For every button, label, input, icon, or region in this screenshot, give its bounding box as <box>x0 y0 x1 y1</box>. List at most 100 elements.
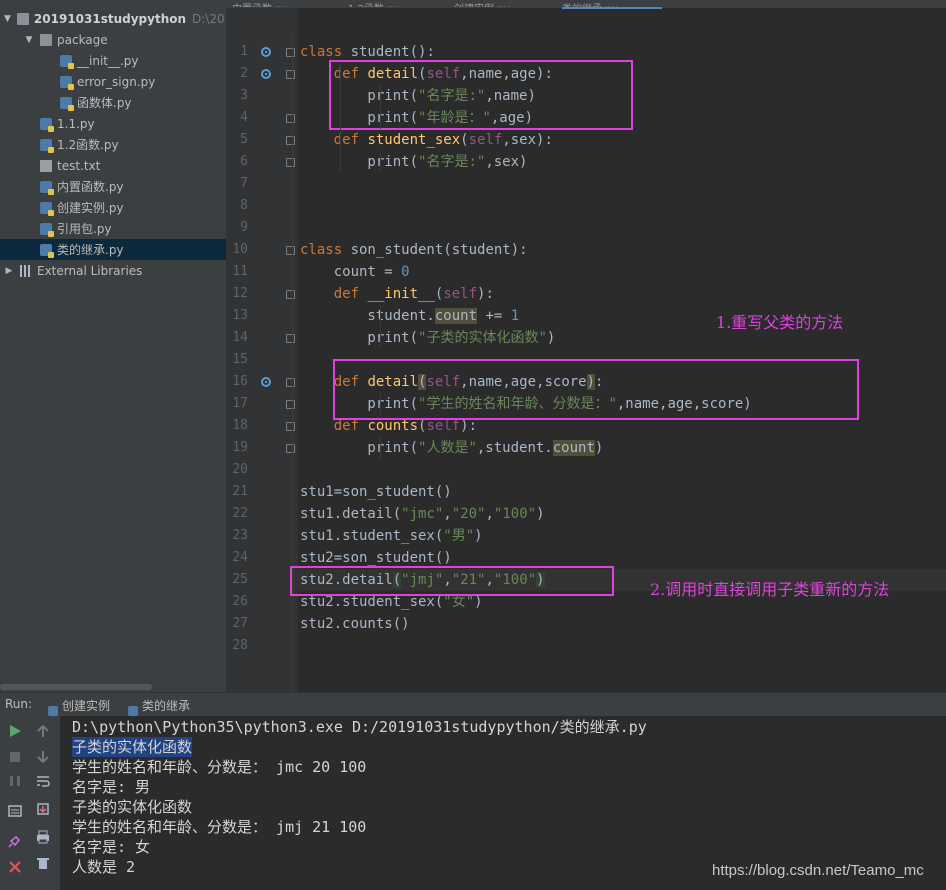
tree-item-label: 1.1.py <box>57 116 95 131</box>
python-file-icon <box>40 243 54 258</box>
tree-item[interactable]: 内置函数.py <box>0 176 226 197</box>
code-token: += <box>477 308 511 324</box>
editor-tab-bar: 内置函数.py 1.2函数.py 创建实例.py 类的继承.py <box>226 0 946 9</box>
fold-marker-icon[interactable] <box>286 136 295 145</box>
editor-tab[interactable]: 内置函数.py <box>232 0 332 7</box>
code-token: ) <box>546 330 556 346</box>
code-token: ): <box>460 418 478 434</box>
code-token: __init__ <box>367 286 435 302</box>
code-token: def <box>333 132 368 148</box>
implemented-marker-icon[interactable] <box>261 69 271 79</box>
expand-arrow-icon[interactable]: ▼ <box>24 35 34 45</box>
run-tab-0[interactable]: 创建实例 <box>48 697 111 716</box>
watermark: https://blog.csdn.net/Teamo_mc <box>712 862 924 879</box>
run-tab-1[interactable]: 类的继承 <box>128 697 190 716</box>
tree-item[interactable]: ▼ 20191031studypython D:\2019 <box>0 8 226 29</box>
indent-guide <box>380 393 381 415</box>
code-token: def <box>333 286 368 302</box>
tree-item[interactable]: 1.2函数.py <box>0 134 226 155</box>
indent-guide <box>340 63 341 173</box>
tree-item[interactable]: __init__.py <box>0 50 226 71</box>
code-token: stu2.counts() <box>300 616 410 632</box>
soft-wrap-icon[interactable] <box>36 774 50 788</box>
indent-guide <box>380 85 381 129</box>
arrow-down-icon[interactable] <box>36 750 50 764</box>
run-tab-label: 创建实例 <box>62 699 111 713</box>
fold-marker-icon[interactable] <box>286 114 295 123</box>
python-file-icon <box>60 54 74 69</box>
code-token: self <box>443 286 478 302</box>
folder-icon <box>40 33 52 46</box>
fold-marker-icon[interactable] <box>286 334 295 343</box>
fold-marker-icon[interactable] <box>286 48 295 57</box>
tree-item[interactable]: test.txt <box>0 155 226 176</box>
tree-item[interactable]: ▼ package <box>0 29 226 50</box>
code-line: print("人数是",student.count) <box>300 437 603 459</box>
console-line: D:\python\Python35\python3.exe D:/201910… <box>72 718 647 736</box>
console-line: 子类的实体化函数 <box>72 798 193 816</box>
editor-tab[interactable]: 1.2函数.py <box>348 0 448 7</box>
run-tool-window-header: Run: 创建实例 类的继承 <box>0 692 946 717</box>
line-number: 12 <box>232 286 248 301</box>
code-line: stu1.detail("jmc","20","100") <box>300 503 545 525</box>
code-editor[interactable]: 内置函数.py1.2函数.py创建实例.py类的继承.py 1234567891… <box>226 0 946 692</box>
override-method-box-1 <box>329 60 633 130</box>
fold-marker-icon[interactable] <box>286 70 295 79</box>
python-file-icon <box>60 96 74 111</box>
code-token: "子类的实体化函数" <box>418 330 547 346</box>
scroll-to-end-icon[interactable] <box>36 802 50 816</box>
expand-arrow-icon[interactable]: ▼ <box>4 14 11 24</box>
code-token: def <box>333 418 368 434</box>
tree-item[interactable]: error_sign.py <box>0 71 226 92</box>
editor-tab[interactable]: 创建实例.py <box>454 0 554 7</box>
indent-guide <box>380 305 381 349</box>
fold-marker-icon[interactable] <box>286 400 295 409</box>
fold-marker-icon[interactable] <box>286 444 295 453</box>
arrow-up-icon[interactable] <box>36 724 50 738</box>
stop-icon[interactable] <box>8 750 22 764</box>
pause-icon[interactable] <box>8 774 22 788</box>
tree-item[interactable]: 1.1.py <box>0 113 226 134</box>
tree-item[interactable]: 创建实例.py <box>0 197 226 218</box>
tree-item[interactable]: 引用包.py <box>0 218 226 239</box>
tree-item-label: External Libraries <box>37 263 143 278</box>
code-line: stu1=son_student() <box>300 481 452 503</box>
indent-guide <box>380 437 381 459</box>
fold-marker-icon[interactable] <box>286 422 295 431</box>
code-token: stu2=son_student() <box>300 550 452 566</box>
rerun-icon[interactable] <box>8 724 22 738</box>
fold-marker-icon[interactable] <box>286 378 295 387</box>
collapse-arrow-icon[interactable]: ▶ <box>4 266 14 276</box>
editor-tab[interactable]: 类的继承.py <box>562 0 662 9</box>
line-number: 14 <box>232 330 248 345</box>
tree-item[interactable]: 函数体.py <box>0 92 226 113</box>
fold-marker-icon[interactable] <box>286 290 295 299</box>
dump-threads-icon[interactable] <box>8 804 22 818</box>
code-token: ,sex) <box>485 154 528 170</box>
trash-icon[interactable] <box>36 856 50 870</box>
line-number: 27 <box>232 616 248 631</box>
project-scrollbar[interactable] <box>0 684 152 690</box>
tree-item-label: 创建实例.py <box>57 201 124 215</box>
close-icon[interactable] <box>8 860 22 874</box>
fold-marker-icon[interactable] <box>286 158 295 167</box>
code-token: "20" <box>451 506 486 522</box>
line-number: 24 <box>232 550 248 565</box>
line-number: 25 <box>232 572 248 587</box>
line-number: 13 <box>232 308 248 323</box>
fold-marker-icon[interactable] <box>286 246 295 255</box>
code-token: counts <box>367 418 419 434</box>
tree-item[interactable]: ▶ External Libraries <box>0 260 226 281</box>
python-file-icon <box>60 75 74 90</box>
code-token: class <box>300 242 351 258</box>
line-number: 3 <box>240 88 248 103</box>
tree-item[interactable]: 类的继承.py <box>0 239 226 260</box>
tree-item-label: 内置函数.py <box>57 180 124 194</box>
override-marker-icon[interactable] <box>261 377 271 387</box>
tree-item-label: test.txt <box>57 158 101 173</box>
implemented-marker-icon[interactable] <box>261 47 271 57</box>
print-icon[interactable] <box>36 830 50 844</box>
pin-icon[interactable] <box>8 834 22 848</box>
